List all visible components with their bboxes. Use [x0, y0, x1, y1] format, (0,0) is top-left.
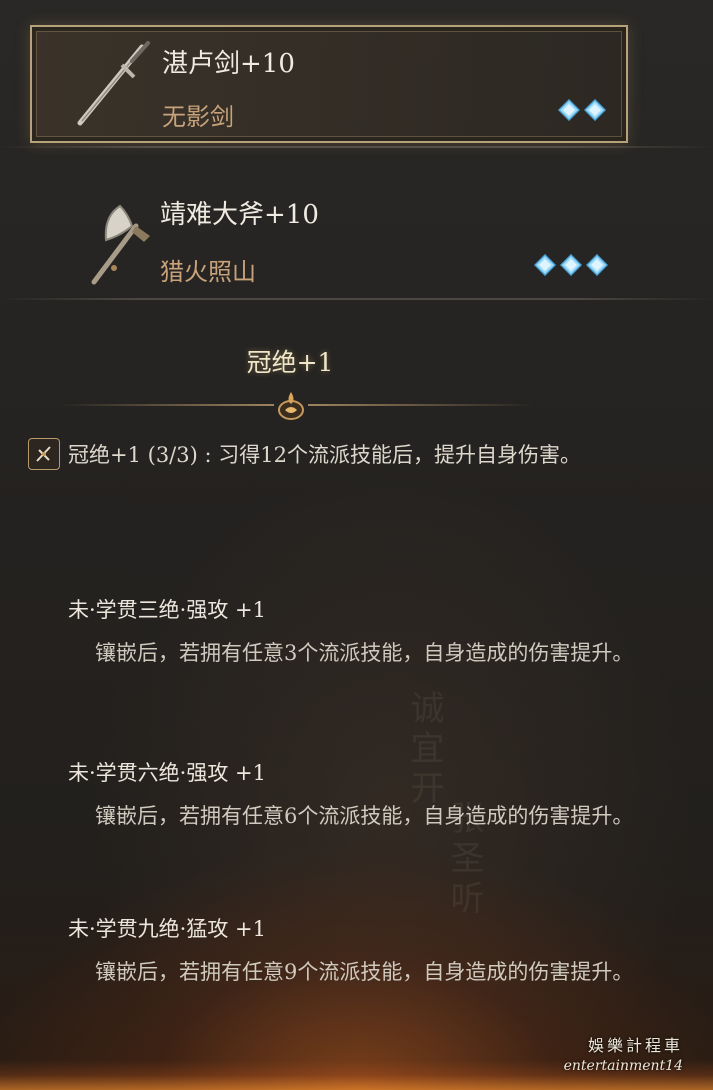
gem-icon [534, 254, 556, 276]
watermark: 娛樂計程車 entertainment14 [564, 1036, 683, 1076]
card-divider [0, 146, 713, 148]
weapon-name: 湛卢剑+10 [162, 49, 295, 79]
weapon-skill: 猎火照山 [160, 258, 256, 286]
flame-ornament-icon [278, 392, 304, 420]
gem-icon [560, 254, 582, 276]
perk-description: 镶嵌后，若拥有任意9个流派技能，自身造成的伤害提升。 [95, 960, 634, 984]
perk-description: 镶嵌后，若拥有任意6个流派技能，自身造成的伤害提升。 [95, 804, 634, 828]
card-divider [0, 298, 713, 300]
watermark-line1: 娛樂計程車 [587, 1036, 683, 1055]
gem-icon [558, 99, 580, 121]
ornament-divider [308, 404, 534, 406]
watermark-line2: entertainment14 [563, 1058, 683, 1074]
perk-item: 未·学贯六绝·强攻 +1 镶嵌后，若拥有任意6个流派技能，自身造成的伤害提升。 [68, 757, 668, 834]
perk-name: 未·学贯三绝·强攻 +1 [68, 598, 266, 622]
sword-icon [77, 41, 150, 126]
perk-description: 镶嵌后，若拥有任意3个流派技能，自身造成的伤害提升。 [95, 641, 634, 665]
perk-item: 未·学贯三绝·强攻 +1 镶嵌后，若拥有任意3个流派技能，自身造成的伤害提升。 [68, 594, 668, 671]
weapon-name: 靖难大斧+10 [160, 200, 319, 230]
set-title: 冠绝+1 [246, 348, 334, 377]
weapon-card-selected[interactable]: 湛卢剑+10 无影剑 [30, 25, 628, 143]
ornament-divider [60, 404, 274, 406]
perk-name: 未·学贯九绝·猛攻 +1 [68, 917, 266, 941]
gem-slots [558, 99, 606, 121]
gem-slots [534, 254, 608, 276]
weapon-skill: 无影剑 [162, 103, 234, 131]
perk-item: 未·学贯九绝·猛攻 +1 镶嵌后，若拥有任意9个流派技能，自身造成的伤害提升。 [68, 913, 668, 990]
gem-icon [584, 99, 606, 121]
gem-icon [586, 254, 608, 276]
crossed-blades-icon [28, 438, 60, 470]
set-effect: 冠绝+1 (3/3) : 习得12个流派技能后，提升自身伤害。 [28, 438, 581, 470]
weapon-card[interactable]: 靖难大斧+10 猎火照山 [30, 178, 628, 294]
set-effect-text: 冠绝+1 (3/3) : 习得12个流派技能后，提升自身伤害。 [68, 443, 581, 467]
perk-name: 未·学贯六绝·强攻 +1 [68, 761, 266, 785]
axe-icon [91, 204, 150, 285]
